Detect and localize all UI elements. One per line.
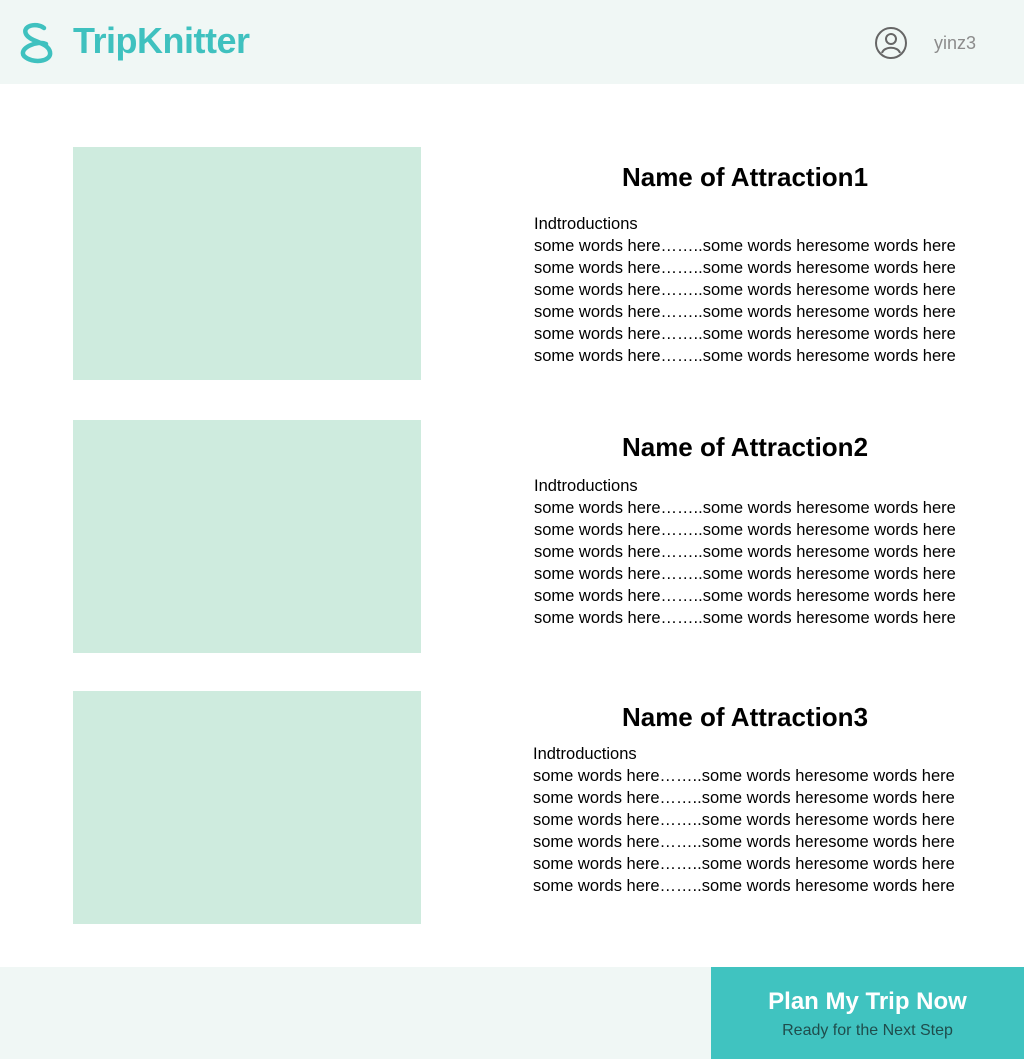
description-line: some words here……..some words heresome w…	[534, 499, 956, 517]
description-line: some words here……..some words heresome w…	[533, 877, 955, 895]
attraction-title[interactable]: Name of Attraction1	[540, 161, 950, 193]
username-label[interactable]: yinz3	[934, 32, 976, 54]
attraction-card-1: Name of Attraction1 Indtroductions some …	[0, 147, 1024, 387]
intro-label: Indtroductions	[534, 215, 638, 233]
description-line: some words here……..some words heresome w…	[534, 237, 956, 255]
description-line: some words here……..some words heresome w…	[533, 833, 955, 851]
cta-subtitle: Ready for the Next Step	[782, 1022, 953, 1039]
brand-name[interactable]: TripKnitter	[73, 19, 250, 63]
plan-my-trip-button[interactable]: Plan My Trip Now Ready for the Next Step	[711, 967, 1024, 1059]
header-bar: TripKnitter yinz3	[0, 0, 1024, 84]
description-line: some words here……..some words heresome w…	[534, 281, 956, 299]
description-line: some words here……..some words heresome w…	[533, 855, 955, 873]
attraction-image-placeholder[interactable]	[73, 147, 421, 380]
attraction-description: Indtroductions some words here……..some w…	[533, 743, 963, 897]
description-line: some words here……..some words heresome w…	[534, 587, 956, 605]
description-line: some words here……..some words heresome w…	[534, 521, 956, 539]
description-line: some words here……..some words heresome w…	[534, 543, 956, 561]
description-line: some words here……..some words heresome w…	[534, 259, 956, 277]
description-line: some words here……..some words heresome w…	[533, 767, 955, 785]
attraction-description: Indtroductions some words here……..some w…	[534, 213, 964, 367]
description-line: some words here……..some words heresome w…	[534, 303, 956, 321]
intro-label: Indtroductions	[534, 477, 638, 495]
attraction-card-3: Name of Attraction3 Indtroductions some …	[0, 691, 1024, 931]
attraction-description: Indtroductions some words here……..some w…	[534, 475, 964, 629]
attraction-card-2: Name of Attraction2 Indtroductions some …	[0, 420, 1024, 660]
description-line: some words here……..some words heresome w…	[534, 565, 956, 583]
cta-title: Plan My Trip Now	[768, 988, 967, 1015]
description-line: some words here……..some words heresome w…	[534, 609, 956, 627]
intro-label: Indtroductions	[533, 745, 637, 763]
user-circle-icon[interactable]	[874, 26, 908, 60]
attraction-title[interactable]: Name of Attraction2	[540, 431, 950, 463]
attraction-image-placeholder[interactable]	[73, 420, 421, 653]
description-line: some words here……..some words heresome w…	[533, 789, 955, 807]
description-line: some words here……..some words heresome w…	[533, 811, 955, 829]
attraction-image-placeholder[interactable]	[73, 691, 421, 924]
description-line: some words here……..some words heresome w…	[534, 325, 956, 343]
knot-s-logo-icon[interactable]	[16, 22, 58, 64]
description-line: some words here……..some words heresome w…	[534, 347, 956, 365]
attraction-title[interactable]: Name of Attraction3	[540, 701, 950, 733]
